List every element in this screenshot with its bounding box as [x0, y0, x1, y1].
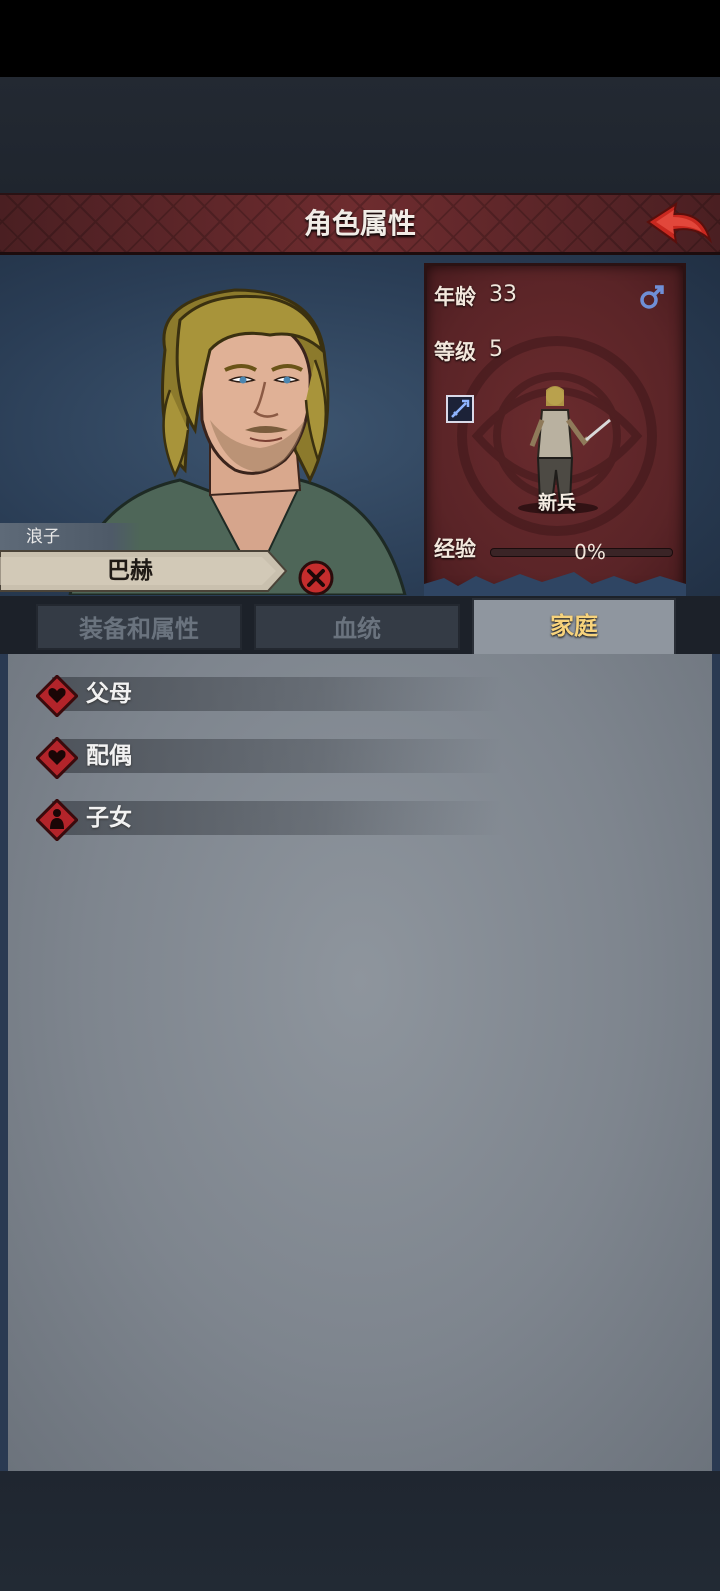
header-bar: 角色属性: [0, 193, 720, 255]
sword-icon[interactable]: [446, 395, 474, 423]
tab-equipment[interactable]: 装备和属性: [36, 604, 242, 650]
family-panel: [0, 654, 720, 1471]
level-value: 5: [489, 337, 503, 362]
level-label: 等级: [434, 340, 476, 364]
child-icon: [36, 799, 78, 841]
dismiss-icon[interactable]: [298, 560, 334, 596]
page-title: 角色属性: [303, 207, 416, 240]
xp-label: 经验: [434, 537, 476, 561]
family-row-spouse[interactable]: 配偶: [32, 737, 502, 779]
family-label-spouse: 配偶: [86, 743, 132, 769]
male-symbol-icon: [640, 285, 664, 309]
family-label-children: 子女: [86, 805, 132, 831]
tab-family[interactable]: 家庭: [472, 598, 676, 654]
status-bar: [0, 0, 720, 77]
unit-class-label: 新兵: [537, 492, 576, 514]
family-label-parents: 父母: [86, 681, 132, 707]
bottom-backdrop: [0, 1471, 720, 1591]
character-name[interactable]: 巴赫: [0, 551, 260, 591]
tab-bloodline[interactable]: 血统: [254, 604, 460, 650]
family-row-parents[interactable]: 父母: [32, 675, 502, 717]
card-torn-edge: [424, 572, 686, 596]
family-row-children[interactable]: 子女: [32, 799, 502, 841]
age-value: 33: [489, 282, 517, 307]
top-backdrop: [0, 77, 720, 193]
heart-icon: [36, 737, 78, 779]
back-arrow-icon[interactable]: [644, 200, 714, 248]
age-label: 年龄: [434, 285, 476, 309]
xp-percent: 0%: [574, 540, 606, 564]
heart-icon: [36, 675, 78, 717]
character-title: 浪子: [0, 523, 140, 551]
